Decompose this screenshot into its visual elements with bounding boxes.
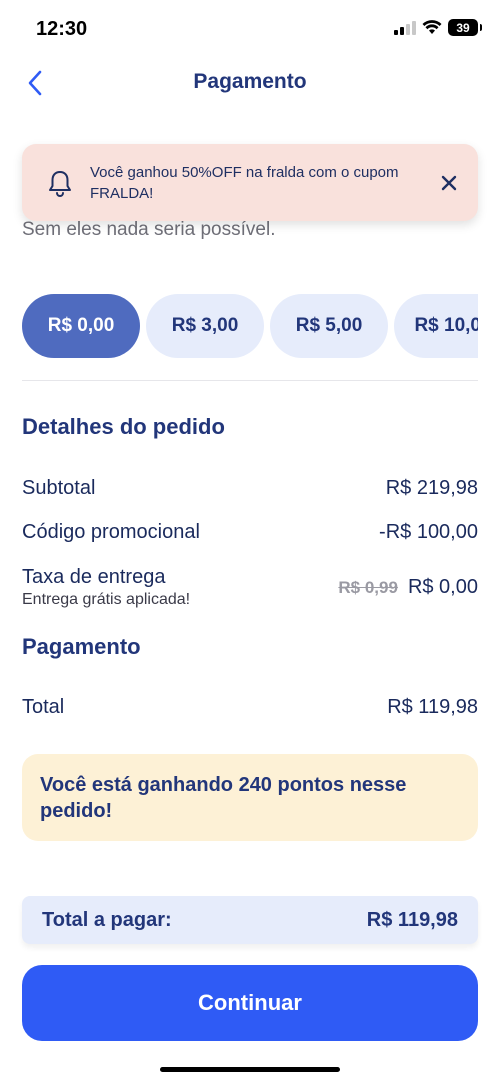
total-to-pay-bar: Total a pagar: R$ 119,98 — [22, 896, 478, 944]
home-indicator — [160, 1067, 340, 1072]
tip-subtitle: Sem eles nada seria possível. — [22, 219, 276, 240]
delivery-fee-label: Taxa de entrega — [22, 566, 166, 588]
subtotal-row: Subtotal R$ 219,98 — [22, 477, 478, 500]
order-details-title: Detalhes do pedido — [22, 414, 225, 439]
delivery-fee-labels: Taxa de entrega Entrega grátis aplicada! — [22, 566, 190, 609]
continue-button[interactable]: Continuar — [22, 965, 478, 1041]
tip-option-3[interactable]: R$ 3,00 — [146, 294, 264, 358]
delivery-fee-row: Taxa de entrega Entrega grátis aplicada!… — [22, 566, 478, 609]
bell-icon — [49, 170, 71, 197]
cellular-signal-icon — [394, 20, 416, 35]
points-banner: Você está ganhando 240 pontos nesse pedi… — [22, 754, 478, 841]
tip-option-10[interactable]: R$ 10,00 — [394, 294, 478, 358]
status-icons: 39 — [394, 19, 482, 36]
battery-icon: 39 — [448, 19, 482, 36]
toast-message: Você ganhou 50%OFF na fralda com o cupom… — [90, 163, 399, 202]
total-to-pay-label: Total a pagar: — [42, 908, 172, 931]
total-label: Total — [22, 696, 65, 718]
delivery-fee-values: R$ 0,99 R$ 0,00 — [338, 576, 478, 599]
page-title: Pagamento — [193, 70, 307, 93]
navigation-bar: Pagamento — [0, 58, 500, 110]
payment-title: Pagamento — [22, 634, 141, 659]
tip-option-0[interactable]: R$ 0,00 — [22, 294, 140, 358]
tip-options-track: R$ 0,00 R$ 3,00 R$ 5,00 R$ 10,00 — [22, 294, 478, 358]
tip-option-5[interactable]: R$ 5,00 — [270, 294, 388, 358]
free-delivery-note: Entrega grátis aplicada! — [22, 591, 191, 608]
toast-close-button[interactable] — [436, 170, 462, 196]
subtotal-label: Subtotal — [22, 477, 96, 499]
total-value: R$ 119,98 — [387, 696, 478, 718]
subtotal-value: R$ 219,98 — [385, 477, 478, 499]
divider — [22, 380, 478, 381]
status-time: 12:30 — [36, 18, 88, 40]
promo-code-label: Código promocional — [22, 521, 200, 543]
promo-code-value: -R$ 100,00 — [379, 521, 478, 543]
close-icon — [441, 175, 457, 190]
delivery-fee-old-value: R$ 0,99 — [338, 577, 398, 597]
tip-options: R$ 0,00 R$ 3,00 R$ 5,00 R$ 10,00 — [22, 294, 478, 358]
total-row: Total R$ 119,98 — [22, 696, 478, 719]
promo-code-row: Código promocional -R$ 100,00 — [22, 521, 478, 544]
total-to-pay-value: R$ 119,98 — [366, 908, 458, 931]
coupon-toast: Você ganhou 50%OFF na fralda com o cupom… — [22, 144, 478, 221]
status-bar: 12:30 39 — [0, 0, 500, 58]
wifi-icon — [422, 20, 442, 34]
delivery-fee-value: R$ 0,00 — [407, 576, 478, 598]
